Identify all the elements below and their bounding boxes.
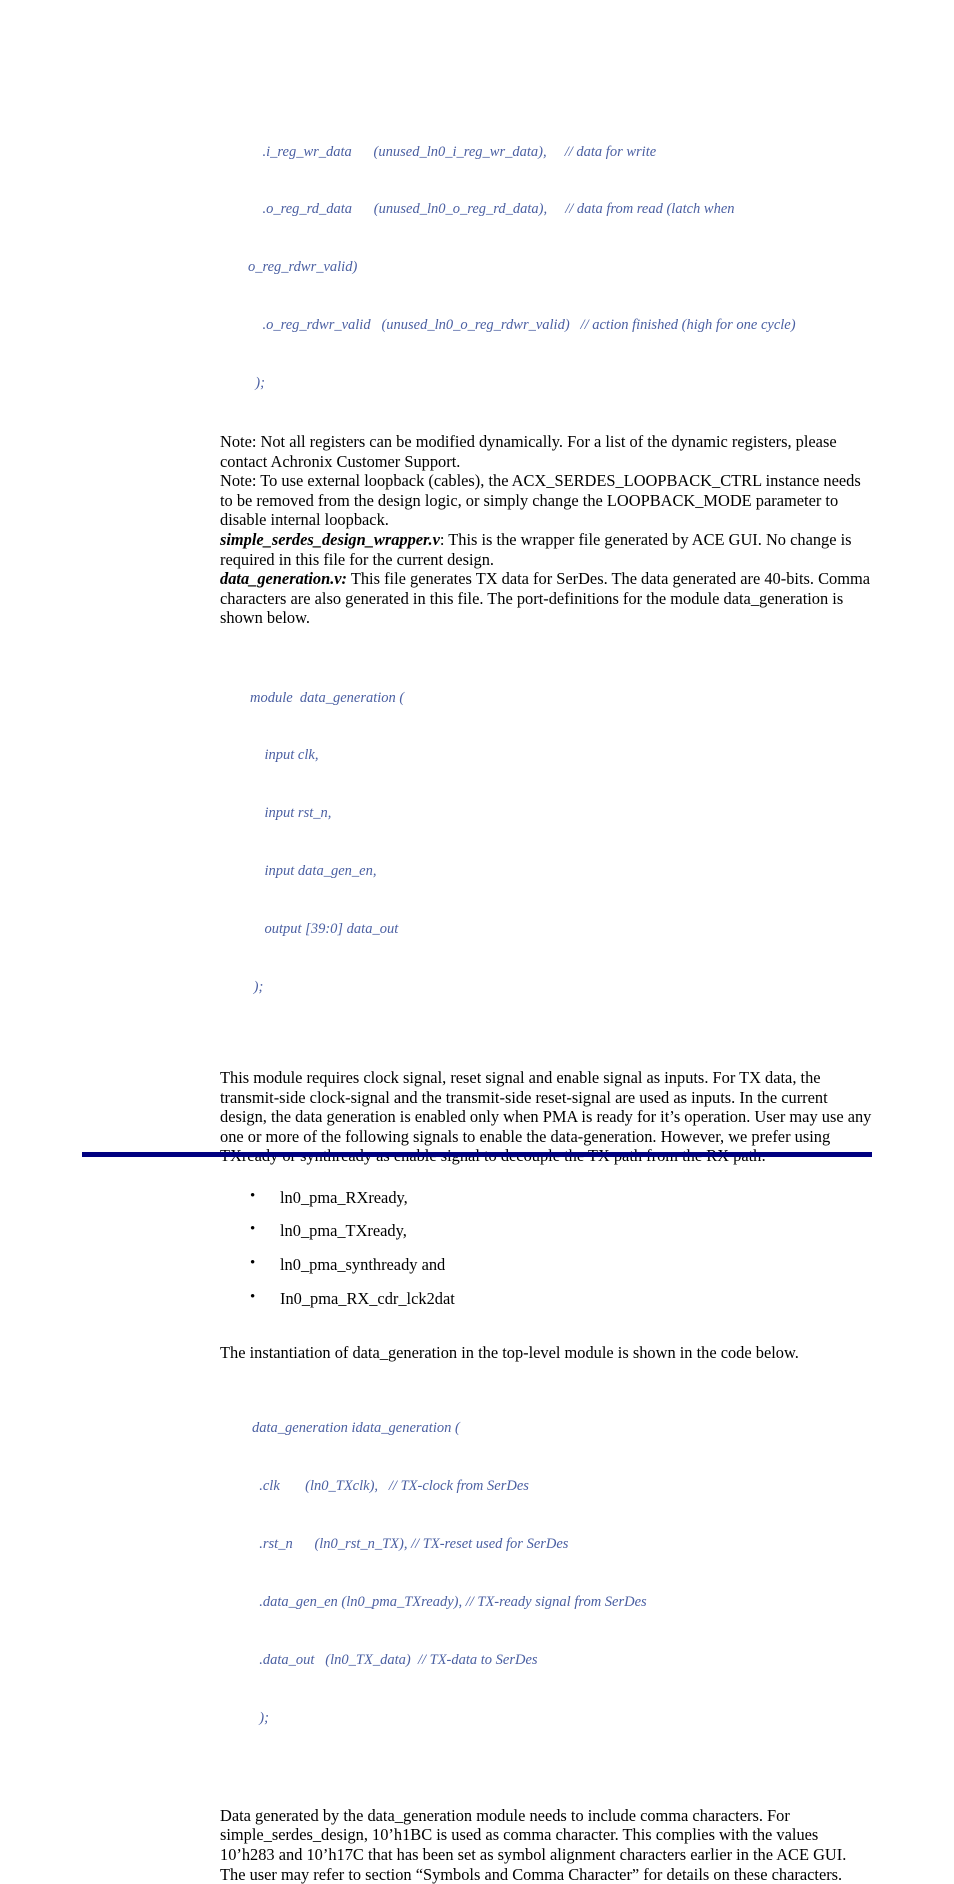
list-item: ln0_pma_RXready, bbox=[220, 1187, 875, 1208]
code-line: data_generation idata_generation ( bbox=[252, 1420, 460, 1437]
code-line: input rst_n, bbox=[250, 805, 332, 822]
code-line: .i_reg_wr_data (unused_ln0_i_reg_wr_data… bbox=[248, 143, 657, 160]
code-line: .data_gen_en (ln0_pma_TXready), // TX-re… bbox=[252, 1594, 647, 1611]
code-line: ); bbox=[248, 375, 265, 392]
code-line: .o_reg_rdwr_valid (unused_ln0_o_reg_rdwr… bbox=[248, 317, 796, 334]
code-line: input data_gen_en, bbox=[250, 863, 377, 880]
code-line: .data_out (ln0_TX_data) // TX-data to Se… bbox=[252, 1652, 538, 1669]
document-page: .i_reg_wr_data (unused_ln0_i_reg_wr_data… bbox=[0, 0, 954, 1884]
code-line: input clk, bbox=[250, 747, 319, 764]
code-line: .o_reg_rd_data (unused_ln0_o_reg_rd_data… bbox=[248, 201, 735, 218]
list-item: ln0_pma_TXready, bbox=[220, 1221, 875, 1241]
para-instantiation-intro: The instantiation of data_generation in … bbox=[220, 1343, 799, 1363]
code-block-module-definition: module data_generation ( input clk, inpu… bbox=[250, 650, 875, 1036]
code-line: .clk (ln0_TXclk), // TX-clock from SerDe… bbox=[252, 1478, 529, 1495]
para-comma-characters: Data generated by the data_generation mo… bbox=[220, 1805, 847, 1884]
note-dynamic-registers: Note: Not all registers can be modified … bbox=[220, 432, 837, 471]
data-generation-file-name: data_generation.v: bbox=[220, 569, 348, 589]
para-wrapper-file: simple_serdes_design_wrapper.v: This is … bbox=[220, 530, 875, 569]
code-block-instantiation: data_generation idata_generation ( .clk … bbox=[252, 1381, 875, 1767]
code-line: ); bbox=[250, 979, 264, 996]
code-line: module data_generation ( bbox=[250, 689, 405, 706]
page-content: .i_reg_wr_data (unused_ln0_i_reg_wr_data… bbox=[220, 104, 875, 1884]
code-line: o_reg_rdwr_valid) bbox=[248, 259, 358, 276]
code-line: ); bbox=[252, 1709, 269, 1726]
list-item: ln0_pma_synthready and bbox=[220, 1254, 875, 1275]
signal-list: ln0_pma_RXready, ln0_pma_TXready, ln0_pm… bbox=[220, 1187, 875, 1309]
code-line: .rst_n (ln0_rst_n_TX), // TX-reset used … bbox=[252, 1536, 569, 1553]
para-data-generation-file: data_generation.v: This file generates T… bbox=[220, 569, 875, 628]
code-line: output [39:0] data_out bbox=[250, 921, 399, 938]
code-block-port-connections: .i_reg_wr_data (unused_ln0_i_reg_wr_data… bbox=[248, 104, 875, 432]
footer-divider bbox=[82, 1152, 872, 1157]
wrapper-file-name: simple_serdes_design_wrapper.v bbox=[220, 530, 440, 550]
note-external-loopback: Note: To use external loopback (cables),… bbox=[220, 471, 861, 530]
list-item: In0_pma_RX_cdr_lck2dat bbox=[220, 1288, 875, 1309]
